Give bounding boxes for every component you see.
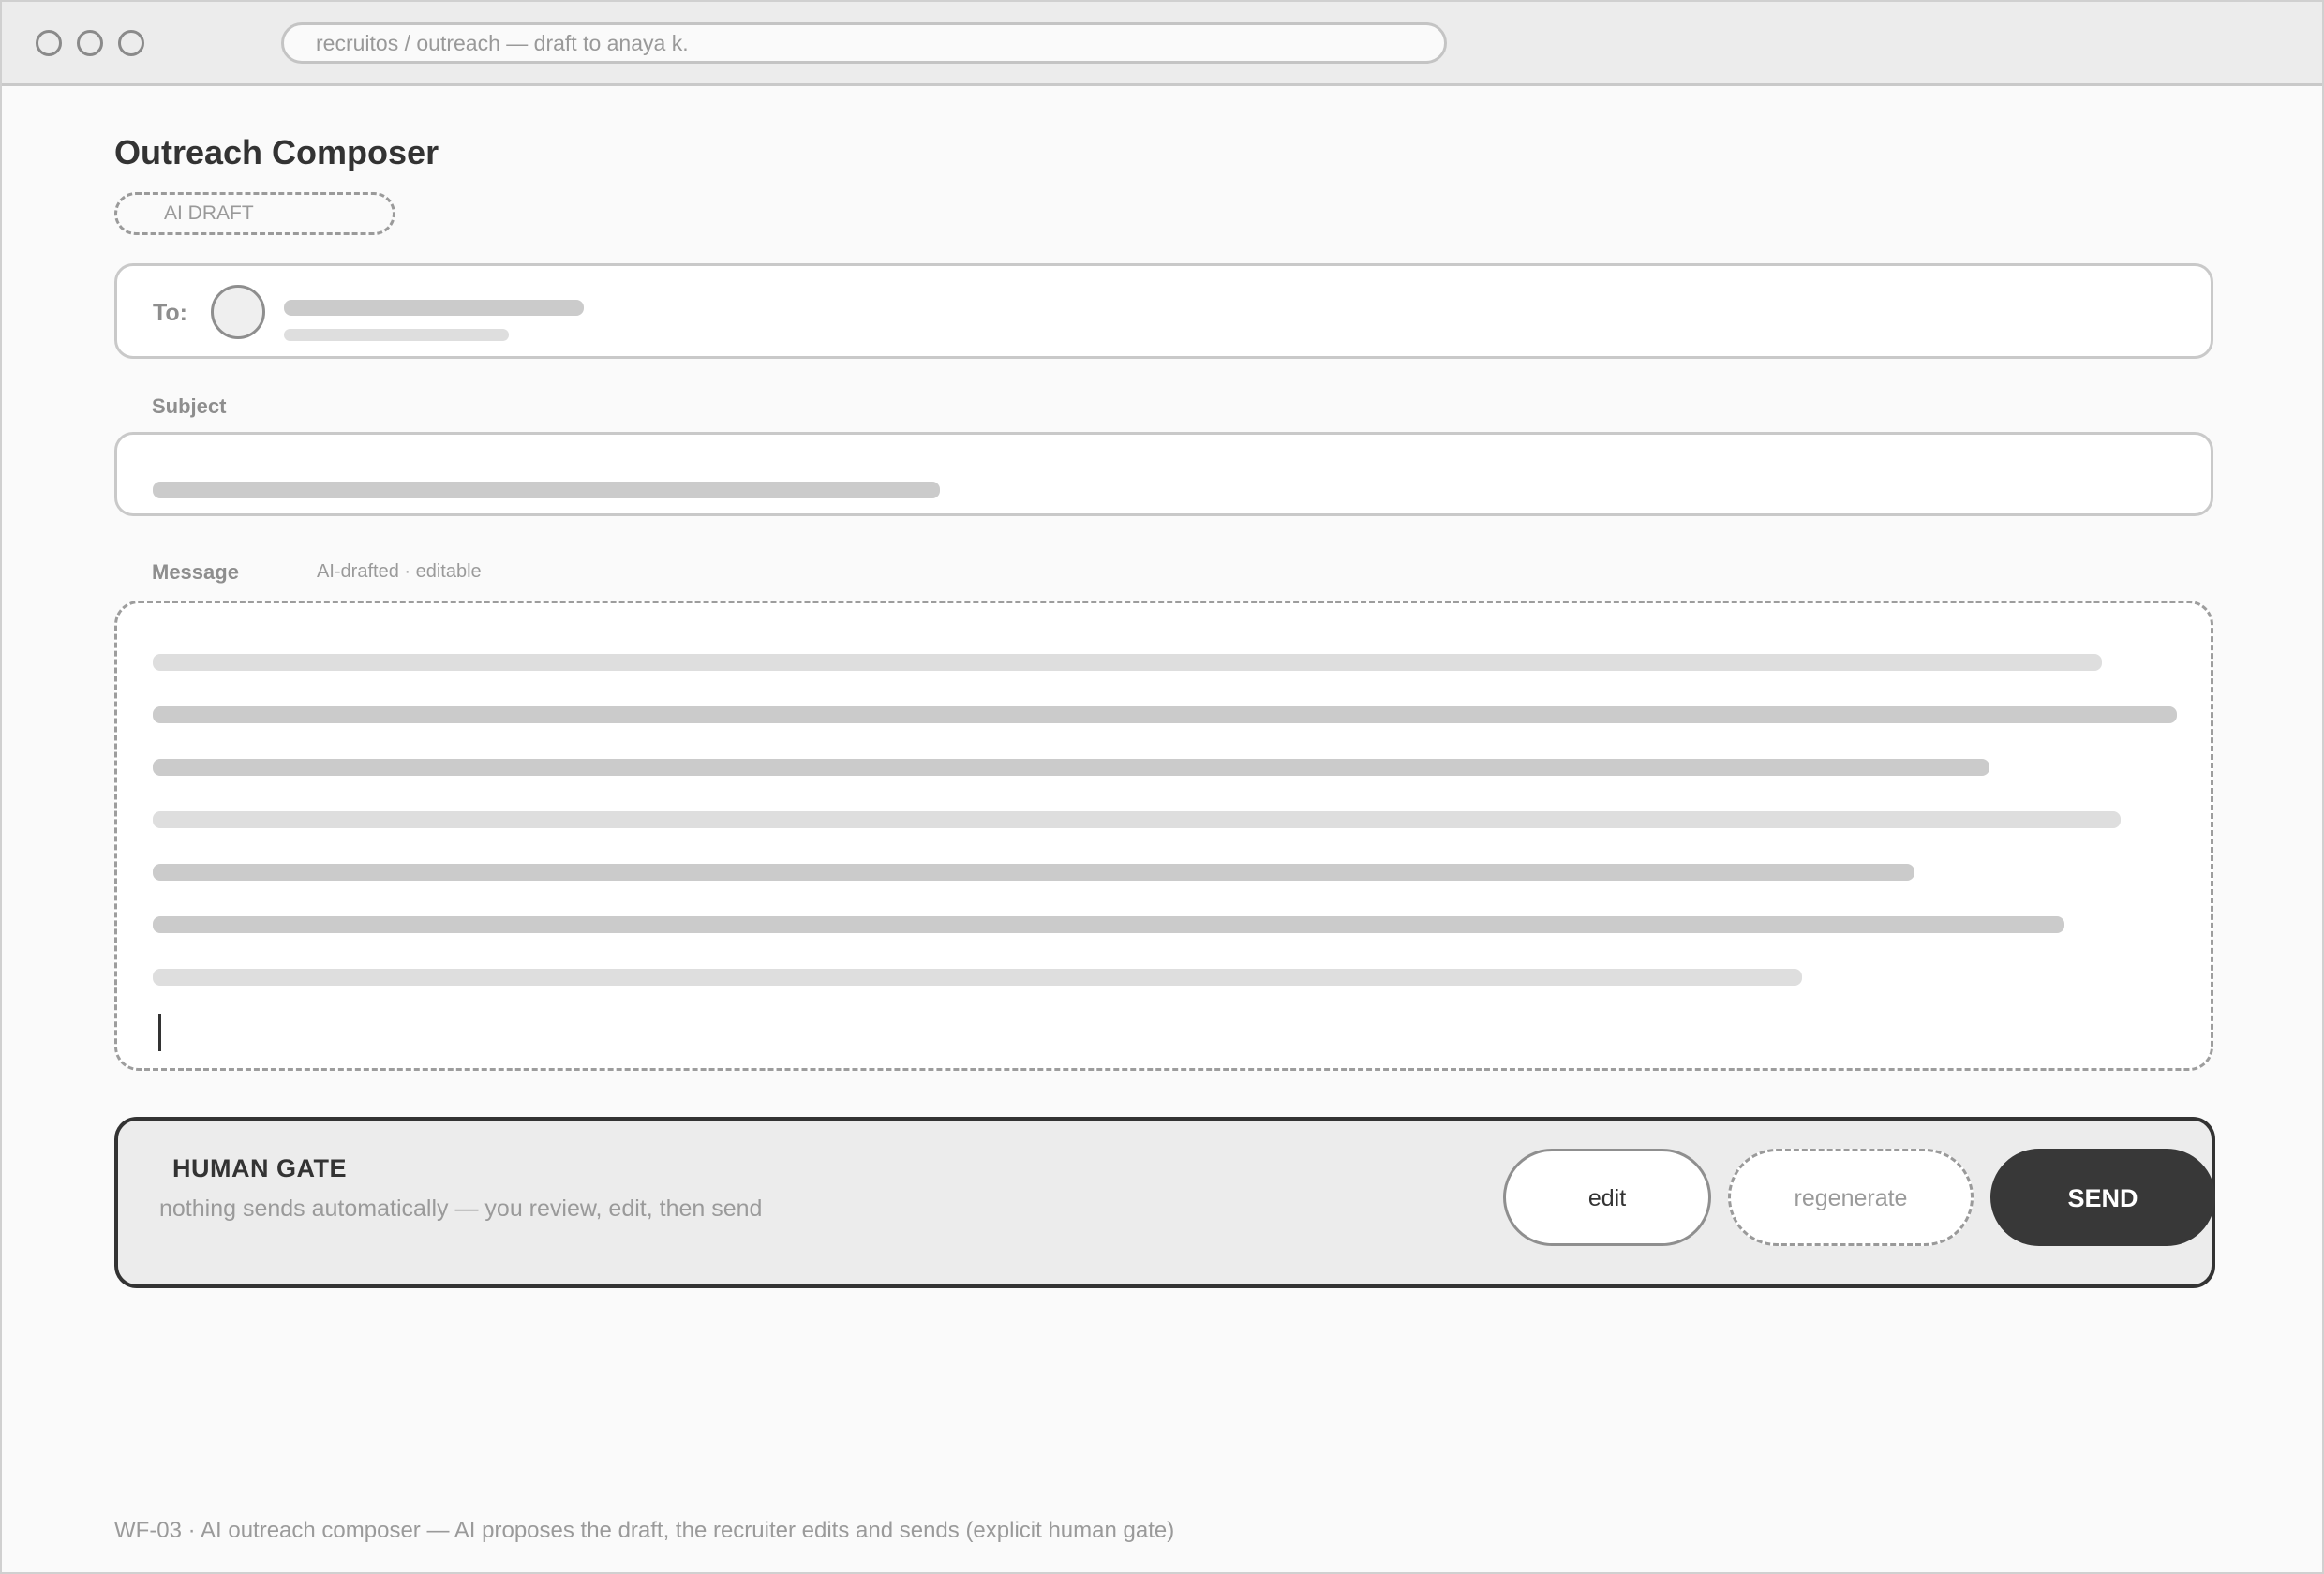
text-cursor	[158, 1014, 161, 1051]
message-line	[153, 706, 2177, 723]
edit-button[interactable]: edit	[1503, 1149, 1711, 1246]
browser-window: recruitos / outreach — draft to anaya k.…	[0, 0, 2324, 1574]
message-label: Message	[152, 560, 239, 584]
recipient-field[interactable]: To:	[114, 263, 2213, 359]
title-bar: recruitos / outreach — draft to anaya k.	[2, 2, 2322, 86]
recipient-name-placeholder	[284, 300, 584, 316]
wireframe-caption: WF-03 · AI outreach composer — AI propos…	[114, 1518, 1175, 1543]
human-gate-subtitle: nothing sends automatically — you review…	[159, 1195, 763, 1222]
window-minimize-control[interactable]	[77, 30, 103, 56]
message-line	[153, 811, 2121, 828]
message-line	[153, 759, 1989, 776]
human-gate-panel: HUMAN GATE nothing sends automatically —…	[114, 1117, 2215, 1288]
message-line	[153, 864, 1914, 881]
ai-draft-badge: AI DRAFT	[114, 192, 395, 235]
subject-input[interactable]	[114, 432, 2213, 516]
recipient-avatar	[211, 285, 265, 339]
regenerate-button[interactable]: regenerate	[1728, 1149, 1974, 1246]
message-line	[153, 969, 1802, 986]
subject-text-placeholder	[153, 482, 940, 498]
page-title: Outreach Composer	[114, 133, 439, 171]
window-close-control[interactable]	[36, 30, 62, 56]
address-bar[interactable]: recruitos / outreach — draft to anaya k.	[281, 22, 1447, 64]
message-body-editor[interactable]	[114, 601, 2213, 1071]
message-line	[153, 654, 2102, 671]
recipient-label: To:	[153, 300, 188, 326]
human-gate-title: HUMAN GATE	[172, 1154, 347, 1182]
subject-label: Subject	[152, 394, 227, 418]
message-hint: AI-drafted · editable	[317, 561, 482, 582]
send-button[interactable]: SEND	[1990, 1149, 2215, 1246]
window-maximize-control[interactable]	[118, 30, 144, 56]
message-line	[153, 916, 2064, 933]
recipient-email-placeholder	[284, 329, 509, 341]
